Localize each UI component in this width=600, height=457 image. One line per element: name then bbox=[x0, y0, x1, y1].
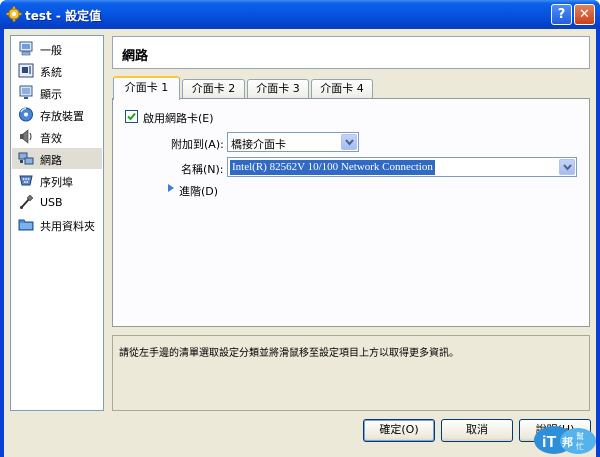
sidebar-item-label: 音效 bbox=[40, 132, 62, 145]
sidebar-item-usb[interactable]: USB bbox=[12, 192, 102, 213]
svg-text:幫: 幫 bbox=[576, 431, 584, 441]
chevron-down-icon bbox=[345, 139, 354, 146]
settings-window: test - 設定值 ? ✕ 一般 系統 顯示 存放裝置 音效 網路 序列埠 U… bbox=[0, 0, 600, 457]
sidebar-item-label: 網路 bbox=[40, 154, 62, 167]
checkmark-icon bbox=[127, 112, 136, 121]
settings-category-list[interactable]: 一般 系統 顯示 存放裝置 音效 網路 序列埠 USB 共用資料夾 bbox=[10, 35, 104, 411]
title-bar[interactable]: test - 設定值 ? ✕ bbox=[0, 0, 600, 29]
sidebar-item-label: 存放裝置 bbox=[40, 110, 84, 123]
sidebar-item-label: 系統 bbox=[40, 66, 62, 79]
adapter-name-label: 名稱(N): bbox=[181, 163, 224, 176]
speaker-icon bbox=[20, 129, 32, 144]
sidebar-item-label: 一般 bbox=[40, 44, 62, 57]
sidebar-item-system[interactable]: 系統 bbox=[12, 60, 102, 81]
ok-button[interactable]: 確定(O) bbox=[363, 419, 435, 442]
attached-to-label: 附加到(A): bbox=[171, 138, 224, 151]
tab-label: 介面卡 3 bbox=[256, 82, 300, 95]
svg-text:iT: iT bbox=[542, 434, 556, 451]
svg-text:忙: 忙 bbox=[576, 441, 584, 451]
sidebar-item-audio[interactable]: 音效 bbox=[12, 126, 102, 147]
attached-to-value: 橋接介面卡 bbox=[231, 138, 286, 151]
network-icon bbox=[18, 152, 34, 165]
dropdown-button[interactable] bbox=[341, 134, 357, 150]
monitor-icon bbox=[19, 85, 33, 99]
adapter-panel: 啟用網路卡(E) 附加到(A): 橋接介面卡 名稱(N): Intel(R) 8… bbox=[112, 98, 590, 327]
sidebar-item-label: 顯示 bbox=[40, 88, 62, 101]
usb-icon bbox=[20, 195, 34, 209]
sidebar-item-label: 共用資料夾 bbox=[40, 220, 95, 233]
motherboard-icon bbox=[18, 63, 34, 78]
disk-icon bbox=[19, 107, 33, 122]
dropdown-button[interactable] bbox=[559, 159, 575, 175]
attached-to-dropdown[interactable]: 橋接介面卡 bbox=[227, 132, 359, 152]
window-title: test - 設定值 bbox=[25, 9, 102, 23]
ithome-watermark-logo: iT 邦 幫 忙 bbox=[534, 426, 596, 454]
enable-adapter-label[interactable]: 啟用網路卡(E) bbox=[143, 110, 214, 126]
sidebar-item-shared-folders[interactable]: 共用資料夾 bbox=[12, 214, 102, 235]
sidebar-item-label: USB bbox=[40, 196, 63, 209]
info-text: 請從左手邊的清單選取設定分類並將滑鼠移至設定項目上方以取得更多資訊。 bbox=[119, 348, 459, 359]
tab-adapter-1[interactable]: 介面卡 1 bbox=[113, 76, 180, 100]
help-title-button[interactable]: ? bbox=[551, 4, 572, 25]
sidebar-item-network[interactable]: 網路 bbox=[12, 148, 102, 169]
sidebar-item-general[interactable]: 一般 bbox=[12, 38, 102, 59]
sidebar-item-label: 序列埠 bbox=[40, 176, 73, 189]
advanced-toggle[interactable]: 進階(D) bbox=[179, 183, 218, 199]
dialog-body: 一般 系統 顯示 存放裝置 音效 網路 序列埠 USB 共用資料夾 網路 介面卡… bbox=[4, 29, 596, 457]
sidebar-item-storage[interactable]: 存放裝置 bbox=[12, 104, 102, 125]
computer-icon bbox=[19, 41, 33, 56]
tab-adapter-4[interactable]: 介面卡 4 bbox=[311, 79, 373, 99]
expand-arrow-icon[interactable] bbox=[167, 183, 175, 193]
info-panel: 請從左手邊的清單選取設定分類並將滑鼠移至設定項目上方以取得更多資訊。 bbox=[112, 335, 590, 411]
sidebar-item-serial-ports[interactable]: 序列埠 bbox=[12, 170, 102, 191]
enable-adapter-checkbox[interactable] bbox=[125, 110, 138, 123]
tab-label: 介面卡 1 bbox=[124, 81, 169, 94]
serial-port-icon bbox=[19, 175, 33, 186]
svg-text:邦: 邦 bbox=[562, 435, 573, 449]
cancel-button[interactable]: 取消 bbox=[441, 419, 513, 442]
chevron-down-icon bbox=[563, 164, 572, 171]
close-button[interactable]: ✕ bbox=[574, 4, 595, 25]
folder-icon bbox=[18, 219, 34, 231]
tab-label: 介面卡 2 bbox=[191, 82, 236, 95]
sidebar-item-display[interactable]: 顯示 bbox=[12, 82, 102, 103]
tab-label: 介面卡 4 bbox=[320, 82, 364, 95]
tab-adapter-3[interactable]: 介面卡 3 bbox=[247, 79, 309, 99]
page-title: 網路 bbox=[122, 49, 149, 64]
page-header: 網路 bbox=[112, 36, 590, 69]
tab-adapter-2[interactable]: 介面卡 2 bbox=[182, 79, 245, 99]
adapter-name-value: Intel(R) 82562V 10/100 Network Connectio… bbox=[230, 160, 435, 175]
gear-icon bbox=[6, 6, 22, 22]
adapter-name-dropdown[interactable]: Intel(R) 82562V 10/100 Network Connectio… bbox=[227, 157, 577, 177]
